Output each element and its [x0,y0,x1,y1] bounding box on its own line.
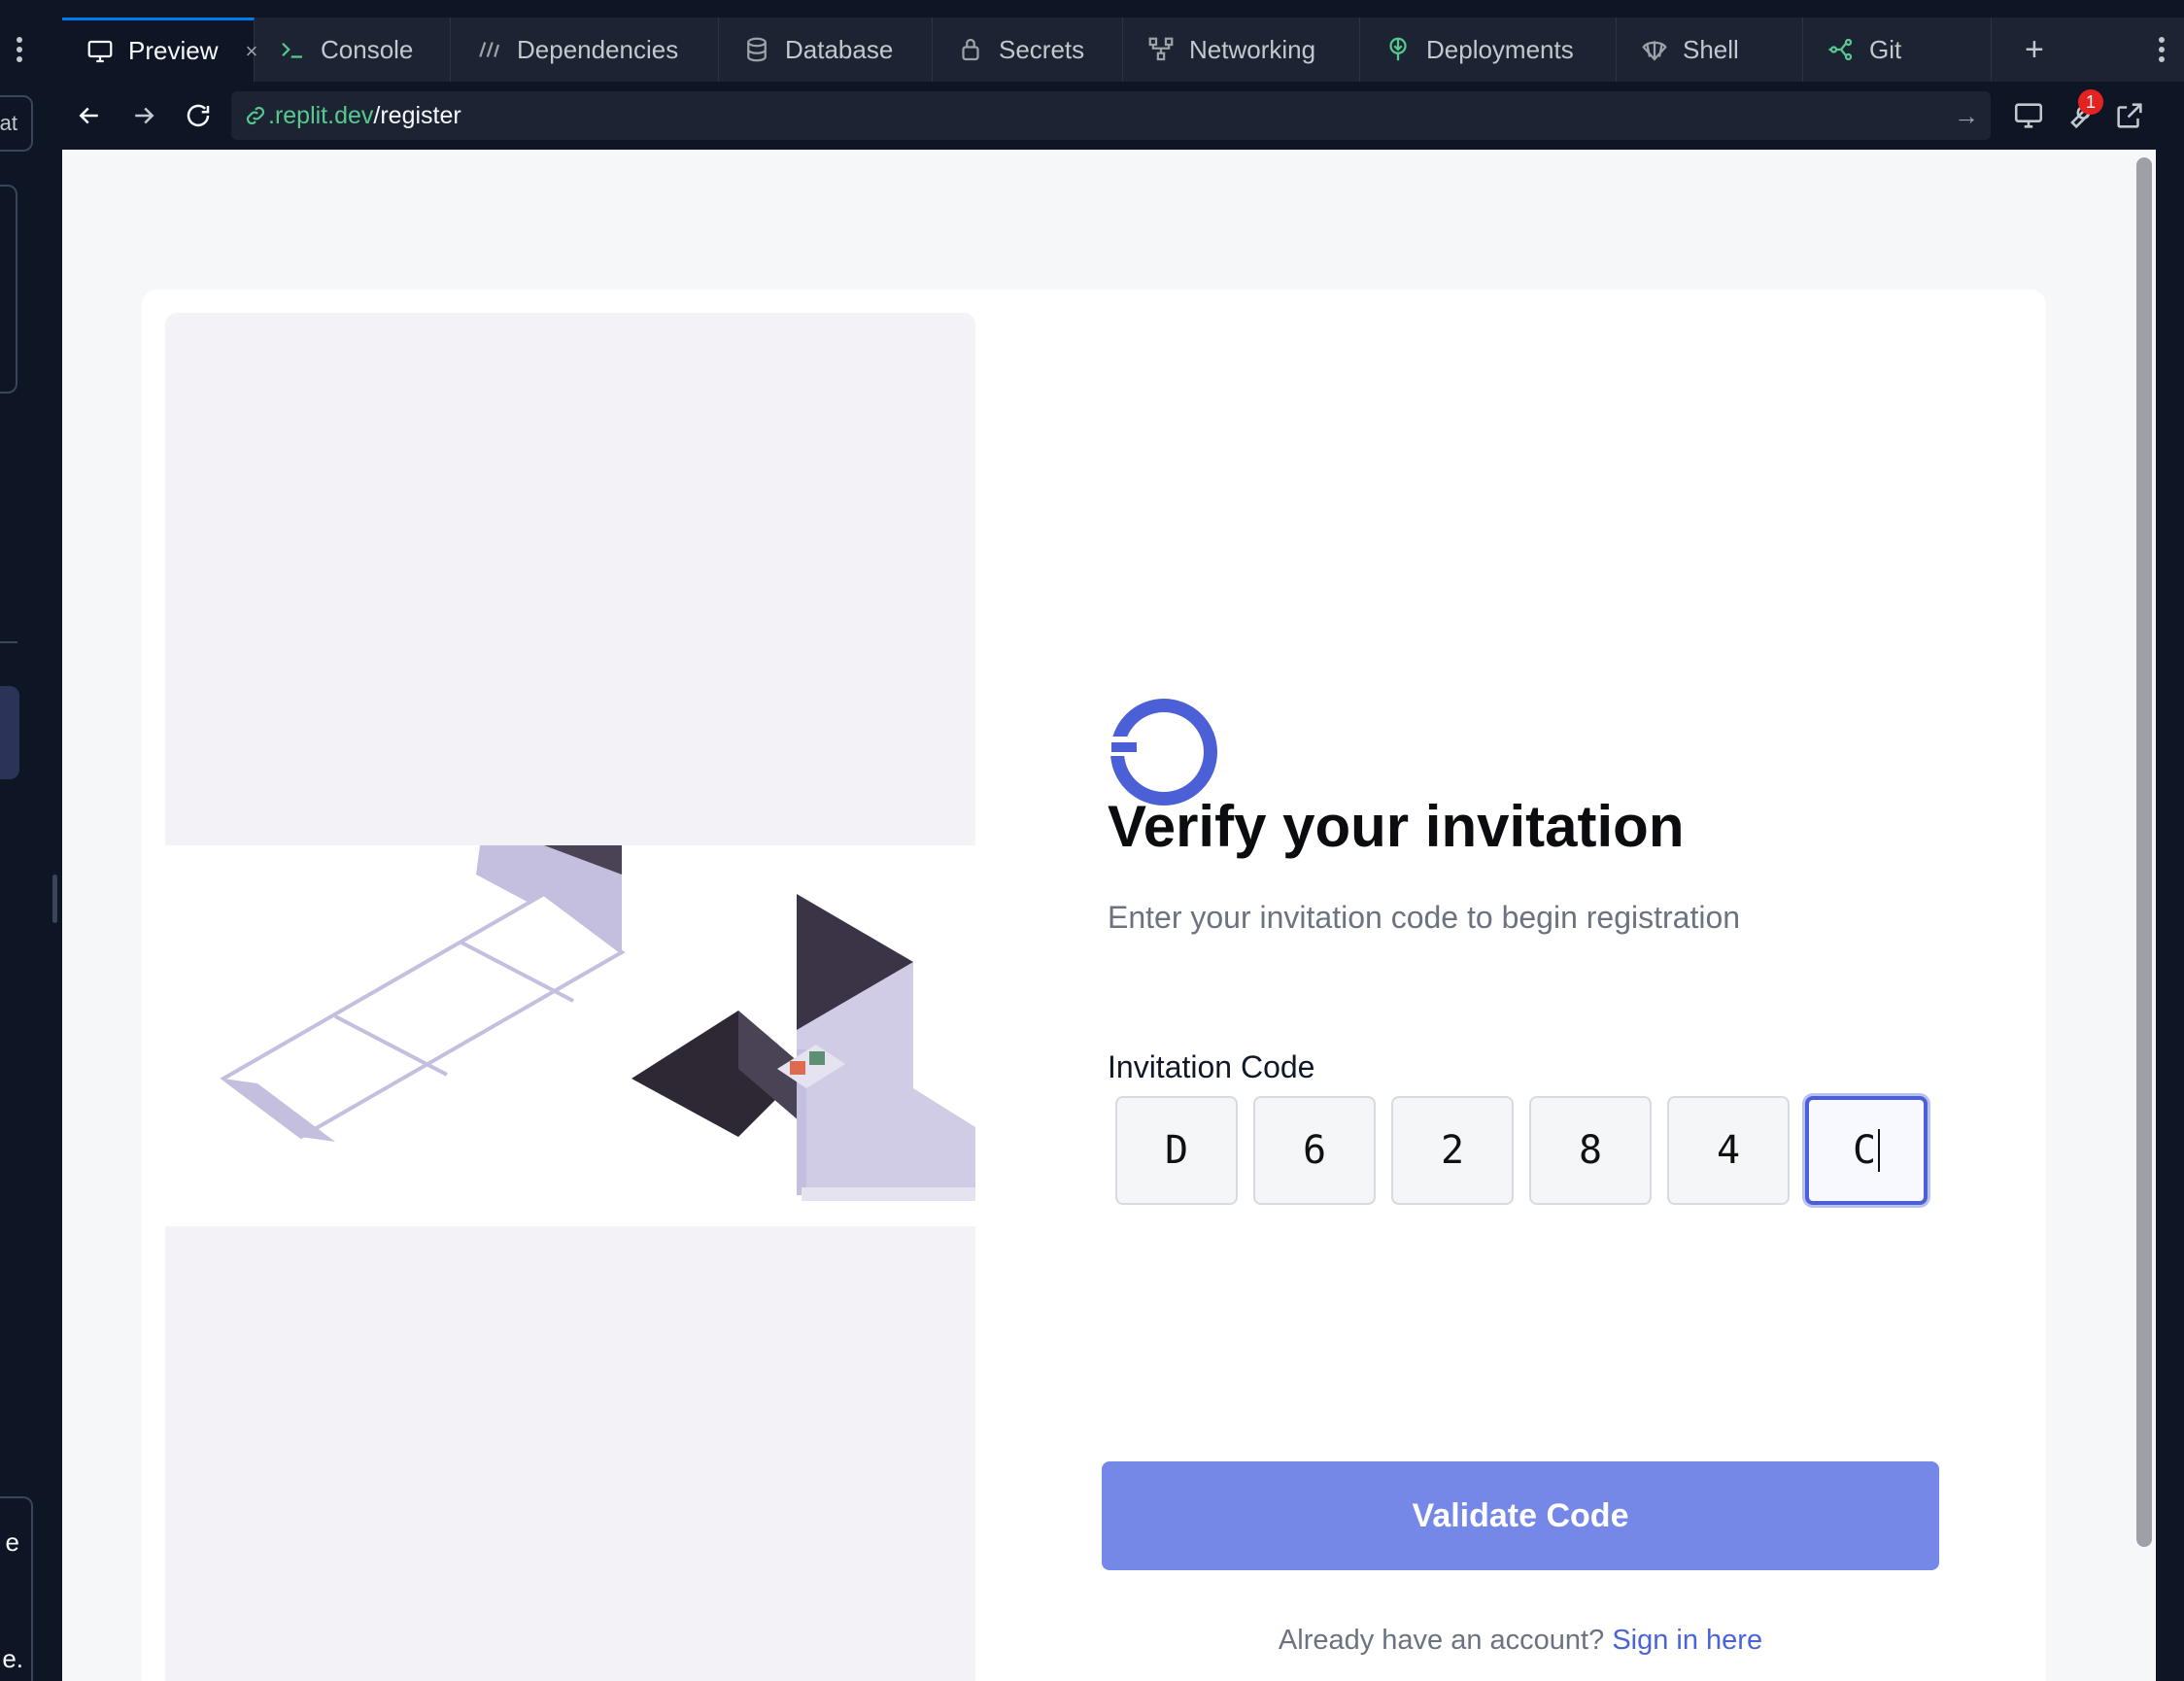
rail-bottom-text-2: e. [2,1644,23,1673]
illustration-panel [165,313,975,1681]
code-digit-4[interactable]: 8 [1529,1096,1652,1205]
signin-prompt-text: Already have an account? [1278,1625,1605,1656]
lock-icon [962,38,979,61]
reload-button[interactable] [171,88,225,143]
device-preview-button[interactable] [2012,99,2045,132]
external-link-icon [2117,103,2142,128]
link-icon [246,106,265,125]
arrow-left-icon [79,107,98,124]
validate-code-button[interactable]: Validate Code [1102,1461,1939,1570]
tab-git[interactable]: Git [1803,17,1992,82]
tab-shell[interactable]: Shell [1617,17,1803,82]
arrow-right-icon [135,107,154,124]
tab-console[interactable]: Console [255,17,451,82]
rail-chip-text: at [0,111,17,135]
rail-divider [0,641,17,643]
shell-icon [1642,41,1667,61]
dependencies-icon [479,42,500,57]
signin-link[interactable]: Sign in here [1612,1625,1762,1656]
tab-label: Secrets [999,34,1085,64]
invitation-code-inputs: D 6 2 8 4 C [1115,1096,1928,1205]
reload-icon [187,104,210,127]
forward-button[interactable] [117,88,171,143]
add-tab-button[interactable]: + [1992,17,2077,82]
go-arrow-icon[interactable]: → [1954,101,1979,131]
tab-networking[interactable]: Networking [1123,17,1360,82]
deployments-icon [1389,37,1407,61]
code-digit-6[interactable]: C [1805,1096,1928,1205]
tab-deployments[interactable]: Deployments [1360,17,1617,82]
rail-bottom-text-1: e [5,1527,19,1557]
brand-logo-icon [1108,699,1217,806]
rail-menu-icon[interactable] [12,33,27,68]
rail-bottom-panel: e e. [0,1496,33,1681]
tab-label: Deployments [1426,34,1574,64]
code-digit-1[interactable]: D [1115,1096,1238,1205]
tab-database[interactable]: Database [719,17,933,82]
signin-prompt: Already have an account? Sign in here [1108,1625,1933,1657]
tab-label: Console [321,34,414,64]
window-top-strip [0,0,2184,17]
url-actions: 1 [2012,89,2146,132]
notification-badge: 1 [2078,89,2103,115]
code-digit-3[interactable]: 2 [1391,1096,1514,1205]
rail-active-item[interactable] [0,686,19,779]
devtools-button[interactable]: 1 [2063,89,2103,132]
tab-dependencies[interactable]: Dependencies [451,17,719,82]
open-new-tab-button[interactable] [2113,99,2146,132]
tab-label: Dependencies [517,34,679,64]
network-icon [1148,37,1174,61]
preview-scrollbar[interactable] [2136,157,2152,1547]
tab-label: Database [785,34,894,64]
plus-icon: + [2025,30,2044,68]
tab-secrets[interactable]: Secrets [933,17,1123,82]
register-card: Verify your invitation Enter your invita… [142,290,2046,1681]
rail-panel [0,185,17,394]
page-title: Verify your invitation [1108,794,1685,859]
terminal-icon [282,42,302,58]
tab-preview[interactable]: Preview × [62,17,257,82]
tab-label: Preview [128,36,219,65]
url-input[interactable]: .replit.dev/register → [231,91,1991,140]
monitor-icon [2014,103,2043,128]
code-digit-5[interactable]: 4 [1667,1096,1790,1205]
rail-chip[interactable]: at [0,95,33,152]
isometric-illustration [220,845,975,1201]
ide-left-rail: at e e. [0,0,62,1681]
tabbar-more-button[interactable] [2139,17,2184,82]
page-subtitle: Enter your invitation code to begin regi… [1108,900,1741,935]
url-host: .replit.dev [268,101,374,129]
monitor-icon [87,40,113,62]
database-icon [747,37,767,62]
tab-bar: Preview × Console Dependencies Database … [62,17,2184,82]
url-path: /register [373,101,461,129]
back-button[interactable] [62,88,117,143]
tab-label: Networking [1189,34,1316,64]
verify-form: Verify your invitation Enter your invita… [1102,290,1982,1681]
tab-label: Git [1869,34,1902,64]
resize-handle[interactable] [52,875,57,923]
more-vertical-icon [2159,33,2165,66]
code-digit-2[interactable]: 6 [1253,1096,1376,1205]
preview-url-bar: .replit.dev/register → 1 [62,82,2156,150]
tab-label: Shell [1683,34,1739,64]
git-icon [1828,38,1853,61]
invitation-code-label: Invitation Code [1108,1049,1315,1084]
preview-viewport: Verify your invitation Enter your invita… [62,150,2156,1681]
